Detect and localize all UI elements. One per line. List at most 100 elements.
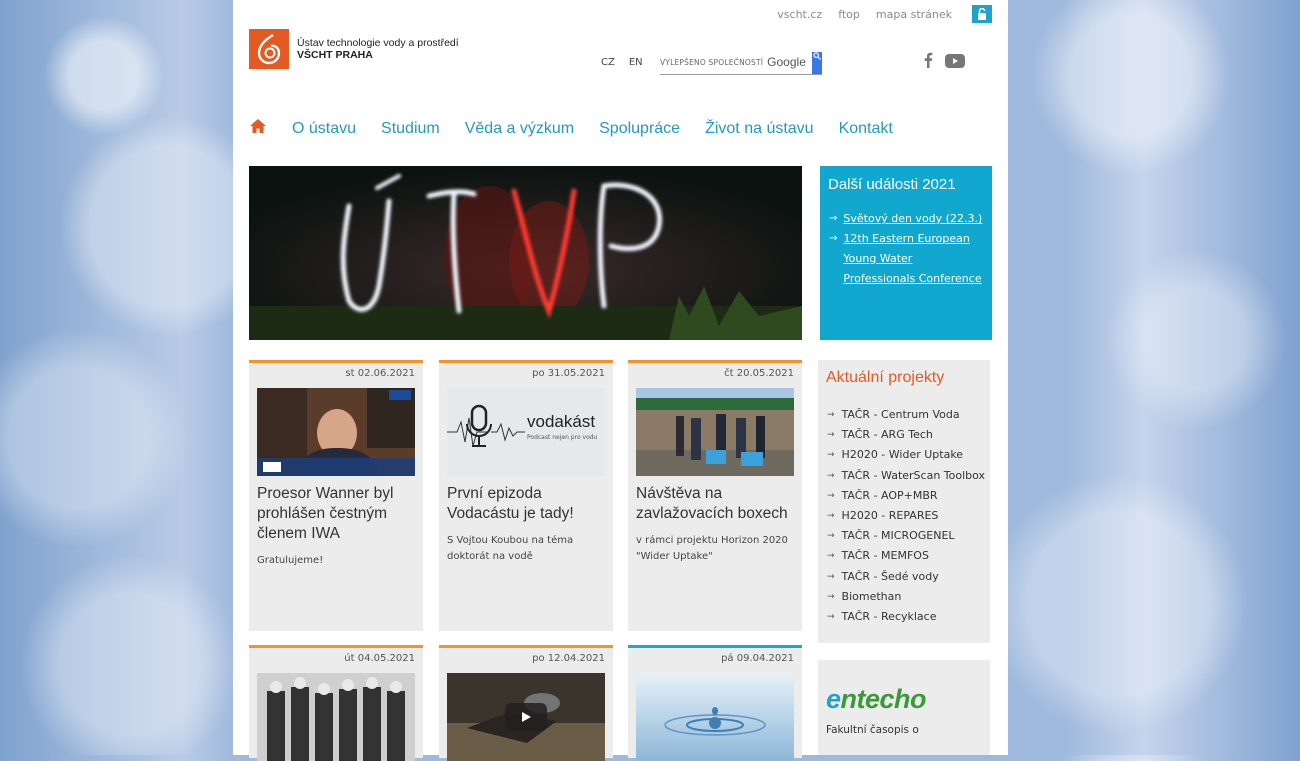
entecho-box[interactable]: entecho Fakultní časopis o [818,660,990,755]
project-label[interactable]: TAČR - ARG Tech [842,425,933,445]
events-box: Další události 2021 → Světový den vody (2… [820,166,992,340]
arrow-right-icon: → [827,551,835,562]
card-image[interactable] [447,673,605,761]
arrow-right-icon: → [827,450,835,461]
card-text: S Vojtou Koubou na téma doktorát na vodě [447,535,574,562]
card-date: po 12.04.2021 [532,653,605,664]
play-button-icon[interactable] [505,703,547,731]
card-image[interactable] [636,388,794,476]
project-item[interactable]: → H2020 - Wider Uptake [827,445,990,465]
entecho-logo-main: ntecho [840,684,927,714]
search-button[interactable] [812,52,822,74]
top-link-vscht[interactable]: vscht.cz [777,8,822,21]
youtube-icon[interactable] [945,53,965,72]
project-label[interactable]: TAČR - MEMFOS [842,546,929,566]
arrow-right-icon: → [827,531,835,542]
site-logo[interactable]: Ústav technologie vody a prostředí VŠCHT… [249,29,459,69]
card-title[interactable]: Proesor Wanner byl prohlášen čestným čle… [257,484,415,544]
project-label[interactable]: TAČR - Šedé vody [842,567,939,587]
top-link-ftop[interactable]: ftop [838,8,860,21]
arrow-right-icon: → [827,430,835,441]
event-item: → 12th Eastern European Young Water Profe… [829,229,984,289]
card-image[interactable] [257,388,415,476]
nav-item-o-ustavu[interactable]: O ústavu [292,120,356,138]
social-links [923,52,965,72]
entecho-text: Fakultní časopis o [826,724,919,736]
projects-title: Aktuální projekty [826,369,945,386]
news-card[interactable]: st 02.06.2021 Proesor Wanner byl prohláš… [249,360,423,631]
project-item[interactable]: → TAČR - Centrum Voda [827,405,990,425]
project-item[interactable]: → TAČR - Šedé vody [827,567,990,587]
entecho-logo[interactable]: entecho [826,684,990,715]
card-text: Gratulujeme! [257,555,324,566]
logo-drop-icon [249,29,289,69]
news-card[interactable]: út 04.05.2021 [249,645,423,761]
main-nav: O ústavu Studium Věda a výzkum Spoluprác… [249,118,893,139]
card-title[interactable]: Návštěva na zavlažovacích boxech [636,484,794,524]
project-item[interactable]: → TAČR - Recyklace [827,607,990,627]
project-item[interactable]: → TAČR - MEMFOS [827,546,990,566]
project-item[interactable]: → TAČR - MICROGENEL [827,526,990,546]
logo-line1: Ústav technologie vody a prostředí [297,37,459,49]
project-label[interactable]: H2020 - Wider Uptake [842,445,964,465]
card-image[interactable] [636,673,794,761]
nav-item-spoluprace[interactable]: Spolupráce [599,120,680,138]
arrow-right-icon: → [827,511,835,522]
search-icon [813,52,821,60]
entecho-logo-prefix: e [826,684,841,714]
news-card[interactable]: čt 20.05.2021 Návštěva na zavlažovacích … [628,360,802,631]
card-text: v rámci projektu Horizon 2020 "Wider Upt… [636,535,788,562]
card-image[interactable]: vodakást Podcast nejen pro vodu [447,388,605,476]
arrow-right-icon: → [829,233,838,244]
google-brand: Google [767,55,806,69]
nav-item-veda[interactable]: Věda a výzkum [465,120,574,138]
card-date: po 31.05.2021 [532,368,605,379]
search-placeholder: VYLEPŠENO SPOLEČNOSTÍ [660,57,764,67]
project-item[interactable]: → H2020 - REPARES [827,506,990,526]
lang-cz[interactable]: CZ [601,57,615,68]
project-label[interactable]: TAČR - MICROGENEL [842,526,955,546]
project-label[interactable]: H2020 - REPARES [842,506,939,526]
project-label[interactable]: TAČR - WaterScan Toolbox [842,466,986,486]
card-date: čt 20.05.2021 [724,368,794,379]
logo-text: Ústav technologie vody a prostředí VŠCHT… [297,37,459,61]
arrow-right-icon: → [827,410,835,420]
event-link-2[interactable]: 12th Eastern European Young Water Profes… [843,229,984,289]
facebook-icon[interactable] [923,52,933,72]
lock-icon[interactable] [972,5,992,23]
event-link-1[interactable]: Světový den vody (22.3.) [843,209,982,229]
project-item[interactable]: → Biomethan [827,587,990,607]
page-container: vscht.cz ftop mapa stránek Ústav technol… [233,0,1008,761]
news-card[interactable]: pá 09.04.2021 [628,645,802,761]
nav-item-studium[interactable]: Studium [381,120,440,138]
hero-image[interactable] [249,166,802,340]
project-label[interactable]: TAČR - Recyklace [842,607,937,627]
podcast-subtitle: Podcast nejen pro vodu [527,434,598,441]
card-date: st 02.06.2021 [345,368,415,379]
project-label[interactable]: TAČR - Centrum Voda [842,405,960,425]
project-item[interactable]: → TAČR - ARG Tech [827,425,990,445]
podcast-title: vodakást [527,412,596,431]
events-title: Další události 2021 [828,176,956,193]
project-item[interactable]: → TAČR - WaterScan Toolbox [827,466,990,486]
projects-box: Aktuální projekty → TAČR - Centrum Voda →… [818,360,990,643]
news-card[interactable]: po 31.05.2021 vodakást Podcast nejen pro… [439,360,613,631]
news-card[interactable]: po 12.04.2021 [439,645,613,761]
top-link-sitemap[interactable]: mapa stránek [876,8,952,21]
language-switcher: CZ EN [601,57,643,68]
top-links: vscht.cz ftop mapa stránek [777,5,992,23]
event-item: → Světový den vody (22.3.) [829,209,984,229]
project-label[interactable]: TAČR - AOP+MBR [842,486,938,506]
card-date: pá 09.04.2021 [721,653,794,664]
home-icon[interactable] [249,118,267,139]
arrow-right-icon: → [827,612,835,623]
nav-item-zivot[interactable]: Život na ústavu [705,120,814,138]
nav-item-kontakt[interactable]: Kontakt [839,120,893,138]
card-date: út 04.05.2021 [344,653,415,664]
project-label[interactable]: Biomethan [842,587,902,607]
card-image[interactable] [257,673,415,761]
card-title[interactable]: První epizoda Vodacástu je tady! [447,484,605,524]
lang-en[interactable]: EN [629,57,643,68]
project-item[interactable]: → TAČR - AOP+MBR [827,486,990,506]
search-box[interactable]: VYLEPŠENO SPOLEČNOSTÍ Google [660,50,822,75]
